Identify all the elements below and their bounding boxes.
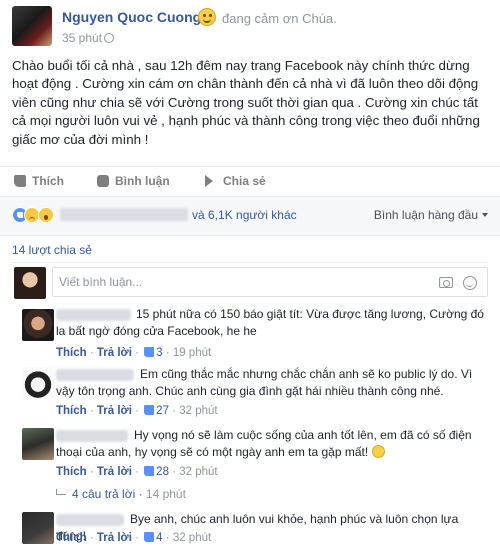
comment-like-link[interactable]: Thích [56, 466, 87, 478]
commenter-avatar[interactable] [22, 512, 54, 544]
comment-like-link[interactable]: Thích [56, 532, 87, 544]
comment-like-count[interactable]: 28 [156, 466, 169, 478]
comment-reply-link[interactable]: Trả lời [97, 532, 132, 544]
comment-meta: Thích · Trả lời · 3 · 19 phút [56, 347, 212, 359]
comment-button[interactable]: Bình luận [97, 174, 170, 188]
replies-time: 14 phút [145, 487, 186, 501]
like-count-icon [144, 532, 155, 542]
comment-icon [97, 175, 109, 187]
comment-time[interactable]: 32 phút [179, 405, 217, 417]
reaction-count[interactable]: và 6,1K người khác [192, 208, 297, 222]
comment-text-body: Hy vọng nó sẽ làm cuộc sống của anh tốt … [56, 428, 472, 459]
comment-time[interactable]: 32 phút [173, 532, 211, 544]
comment-meta: Thích · Trả lời · 4 · 32 phút [56, 532, 212, 544]
like-label: Thích [32, 174, 64, 188]
commenter-avatar[interactable] [22, 309, 54, 341]
share-button[interactable]: Chia sẻ [205, 174, 266, 188]
replies-count: 4 câu trả lời [72, 487, 136, 501]
author-name[interactable]: Nguyen Quoc Cuong [62, 9, 201, 25]
comment-time[interactable]: 32 phút [179, 466, 217, 478]
comment-sort-dropdown[interactable]: Bình luận hàng đầu [374, 208, 488, 222]
chevron-down-icon [482, 213, 488, 217]
author-avatar[interactable] [12, 6, 52, 46]
smiley-emoji-icon [371, 444, 385, 458]
reactions-bar: và 6,1K người khác Bình luận hàng đầu [0, 196, 500, 236]
wow-reaction-icon[interactable] [38, 207, 54, 223]
comment-like-count[interactable]: 27 [156, 405, 169, 417]
comment-composer[interactable] [52, 267, 488, 297]
share-icon [205, 175, 213, 187]
comment-like-link[interactable]: Thích [56, 347, 87, 359]
post-action-bar: Thích Bình luận Chia sẻ [0, 166, 500, 194]
smiley-feeling-icon [198, 8, 216, 26]
commenter-avatar[interactable] [22, 428, 54, 460]
reply-arrow-icon [56, 489, 66, 495]
comment-meta: Thích · Trả lời · 28 · 32 phút [56, 466, 218, 478]
share-count[interactable]: 14 lượt chia sẻ [12, 243, 92, 257]
globe-privacy-icon[interactable] [104, 33, 114, 43]
comment-like-link[interactable]: Thích [56, 405, 87, 417]
post-timestamp[interactable]: 35 phút [62, 31, 102, 45]
camera-icon[interactable] [439, 277, 453, 288]
comment-like-count[interactable]: 3 [156, 347, 162, 359]
current-user-avatar [14, 267, 46, 299]
sort-label: Bình luận hàng đầu [373, 208, 478, 222]
comment-meta: Thích · Trả lời · 27 · 32 phút [56, 405, 218, 417]
share-label: Chia sẻ [223, 174, 266, 188]
divider [12, 262, 488, 263]
commenter-avatar[interactable] [22, 367, 54, 399]
comment-input[interactable] [59, 275, 419, 289]
view-replies-link[interactable]: 4 câu trả lời · 14 phút [56, 487, 186, 501]
like-count-icon [144, 405, 155, 415]
like-count-icon [144, 466, 155, 476]
comment-reply-link[interactable]: Trả lời [97, 347, 132, 359]
like-button[interactable]: Thích [14, 174, 64, 188]
comment-text: Em cũng thắc mắc nhưng chắc chắn anh sẽ … [56, 367, 473, 398]
comment-label: Bình luận [115, 174, 170, 188]
comment-reply-link[interactable]: Trả lời [97, 466, 132, 478]
comment-like-count[interactable]: 4 [156, 532, 162, 544]
post-body: Chào buổi tối cả nhà , sau 12h đêm nay t… [12, 58, 480, 147]
emoji-icon[interactable] [463, 276, 477, 290]
reaction-names-blurred[interactable] [60, 208, 188, 221]
comment-text: 15 phút nữa có 150 báo giật tít: Vừa đượ… [56, 307, 484, 338]
thumbs-up-icon [14, 175, 26, 187]
feeling-text: đang cảm ơn Chúa. [222, 11, 337, 26]
comment-reply-link[interactable]: Trả lời [97, 405, 132, 417]
comment-text: Hy vọng nó sẽ làm cuộc sống của anh tốt … [56, 427, 486, 461]
like-count-icon [144, 347, 155, 357]
post-header: Nguyen Quoc Cuong đang cảm ơn Chúa. 35 p… [0, 0, 500, 50]
comment-time[interactable]: 19 phút [173, 347, 211, 359]
